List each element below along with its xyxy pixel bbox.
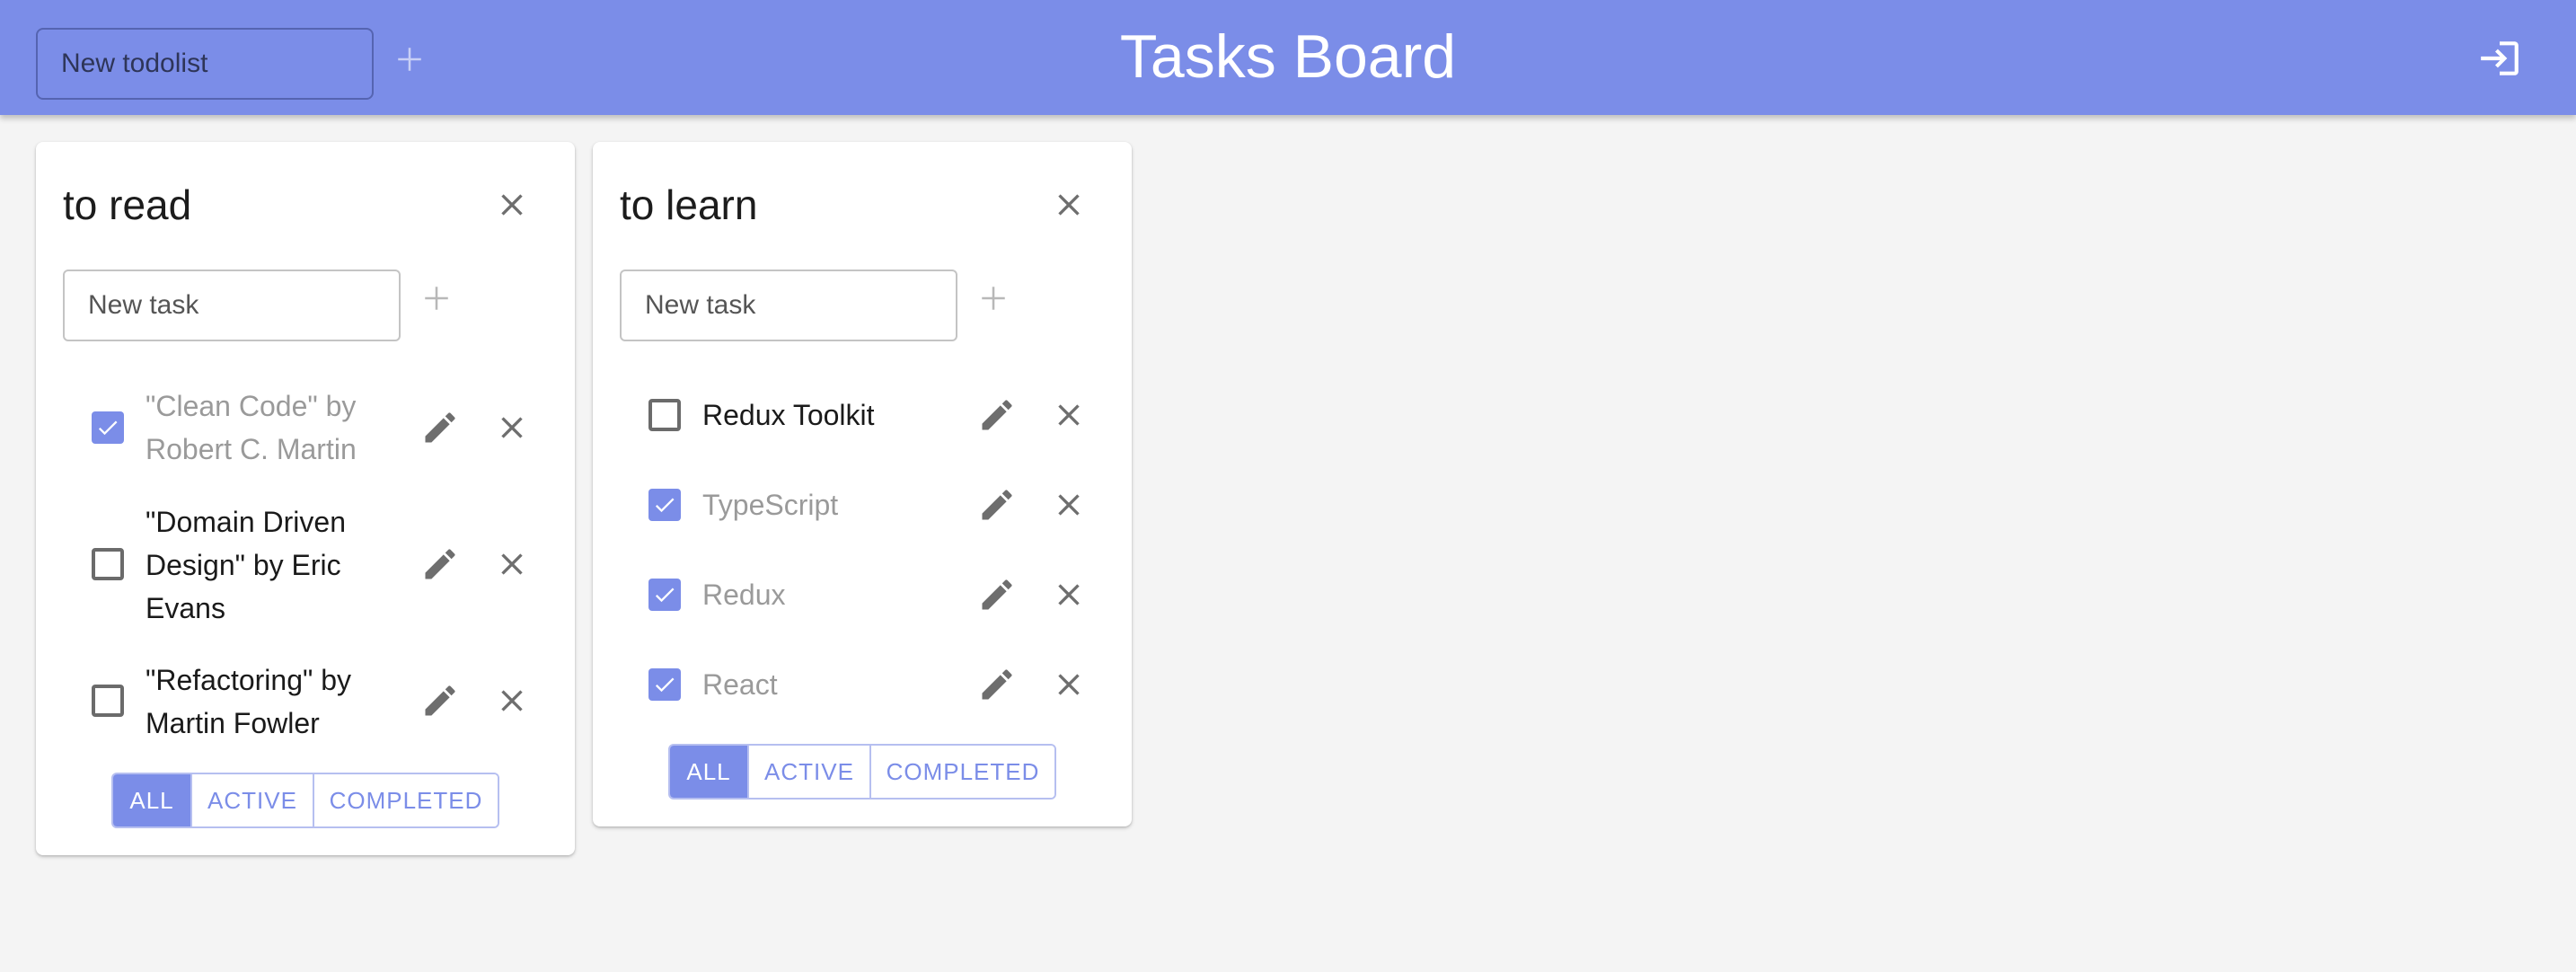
task-checkbox[interactable]: [648, 668, 681, 701]
delete-task-button[interactable]: [1042, 658, 1096, 711]
check-icon: [655, 588, 675, 603]
filter-active-button[interactable]: ACTIVE: [749, 746, 871, 798]
edit-task-button[interactable]: [413, 537, 467, 591]
pencil-icon: [982, 669, 1012, 700]
task-checkbox[interactable]: [648, 399, 681, 431]
close-icon: [1058, 494, 1080, 516]
filter-all-button[interactable]: ALL: [670, 746, 749, 798]
filter-button-group: ALL ACTIVE COMPLETED: [668, 744, 1056, 800]
check-icon: [98, 420, 118, 436]
new-task-input[interactable]: [620, 270, 957, 341]
plus-icon: [425, 287, 448, 310]
pencil-icon: [425, 412, 455, 443]
close-icon: [501, 194, 523, 216]
task-title: "Domain Driven Design" by Eric Evans: [146, 500, 346, 630]
task-title: "Refactoring" by Martin Fowler: [146, 658, 351, 745]
filter-button-group: ALL ACTIVE COMPLETED: [111, 773, 499, 828]
pencil-icon: [982, 400, 1012, 430]
delete-todolist-button[interactable]: [1042, 178, 1096, 232]
task-title-line: Martin Fowler: [146, 707, 320, 739]
task-checkbox[interactable]: [92, 411, 124, 444]
add-todolist-button[interactable]: [386, 36, 433, 83]
task-title-line: Robert C. Martin: [146, 433, 357, 465]
task-title-line: "Refactoring" by: [146, 664, 352, 696]
close-icon: [501, 417, 523, 438]
delete-task-button[interactable]: [485, 401, 539, 455]
close-icon: [1058, 194, 1080, 216]
task-title: TypeScript: [702, 489, 839, 521]
edit-task-button[interactable]: [413, 674, 467, 728]
task-title-line: "Clean Code" by: [146, 390, 357, 422]
task-title-line: Evans: [146, 592, 225, 624]
todolist-title: to read: [63, 181, 192, 228]
task-title: React: [702, 668, 778, 701]
edit-task-button[interactable]: [970, 478, 1024, 532]
delete-task-button[interactable]: [1042, 388, 1096, 442]
delete-task-button[interactable]: [485, 537, 539, 591]
pencil-icon: [982, 490, 1012, 520]
check-icon: [655, 498, 675, 513]
plus-icon: [982, 287, 1005, 310]
task-checkbox[interactable]: [648, 489, 681, 521]
todolist-card-to-read: [36, 142, 575, 855]
edit-task-button[interactable]: [970, 568, 1024, 622]
pencil-icon: [425, 685, 455, 716]
close-icon: [501, 553, 523, 575]
task-title-line: "Domain Driven: [146, 506, 346, 538]
pencil-icon: [982, 579, 1012, 610]
task-title: Redux: [702, 579, 786, 611]
close-icon: [1058, 674, 1080, 695]
close-icon: [501, 690, 523, 711]
login-button[interactable]: [2475, 34, 2524, 83]
close-icon: [1058, 404, 1080, 426]
filter-completed-button[interactable]: COMPLETED: [871, 746, 1054, 798]
plus-icon: [398, 48, 421, 71]
delete-task-button[interactable]: [1042, 478, 1096, 532]
close-icon: [1058, 584, 1080, 605]
edit-task-button[interactable]: [970, 388, 1024, 442]
login-icon: [2481, 41, 2519, 75]
filter-all-button[interactable]: ALL: [113, 774, 192, 826]
edit-task-button[interactable]: [413, 401, 467, 455]
pencil-icon: [425, 549, 455, 579]
add-task-button[interactable]: [966, 271, 1020, 325]
filter-completed-button[interactable]: COMPLETED: [314, 774, 498, 826]
task-checkbox[interactable]: [648, 579, 681, 611]
task-checkbox[interactable]: [92, 685, 124, 717]
todolist-title: to learn: [620, 181, 758, 228]
app-bar: Tasks Board: [0, 0, 2576, 115]
task-checkbox[interactable]: [92, 548, 124, 580]
delete-task-button[interactable]: [1042, 568, 1096, 622]
new-todolist-input[interactable]: [36, 28, 374, 100]
delete-task-button[interactable]: [485, 674, 539, 728]
task-title-line: Design" by Eric: [146, 549, 341, 581]
task-title: Redux Toolkit: [702, 399, 875, 431]
filter-active-button[interactable]: ACTIVE: [192, 774, 314, 826]
new-task-input[interactable]: [63, 270, 401, 341]
task-title: "Clean Code" by Robert C. Martin: [146, 384, 357, 471]
edit-task-button[interactable]: [970, 658, 1024, 711]
add-task-button[interactable]: [410, 271, 463, 325]
check-icon: [655, 677, 675, 693]
delete-todolist-button[interactable]: [485, 178, 539, 232]
